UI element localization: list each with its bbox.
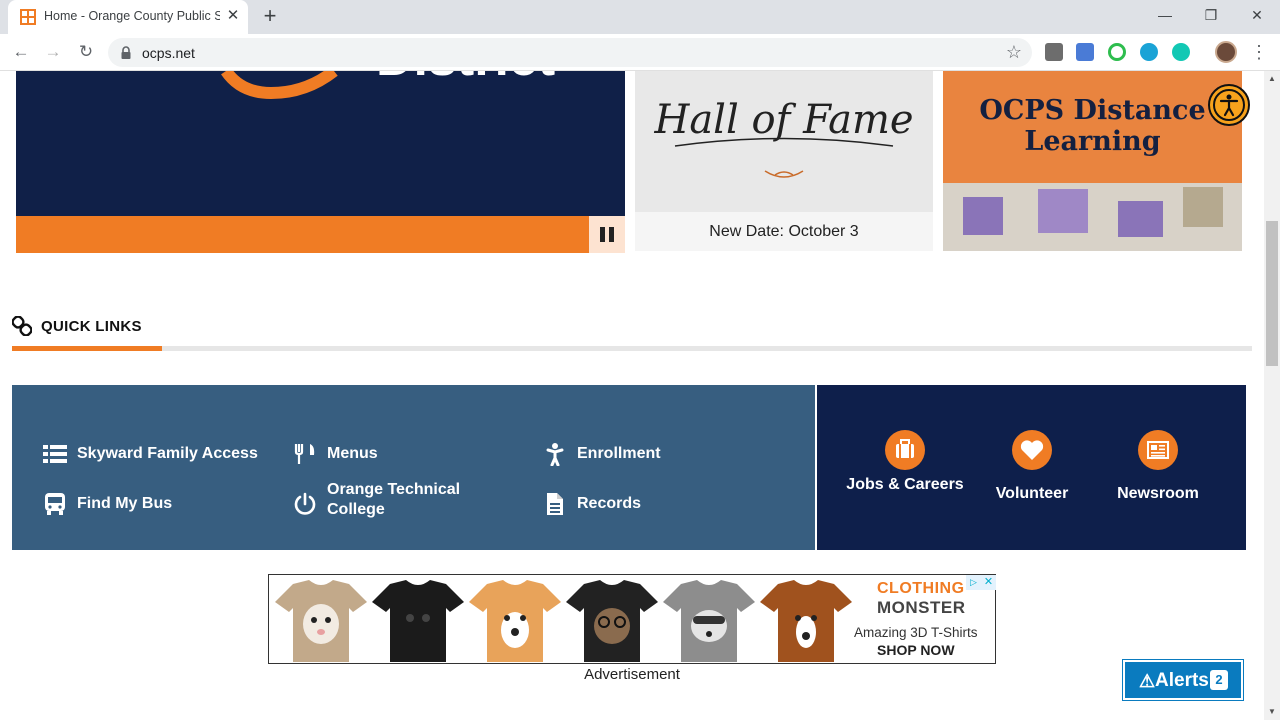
ad-brand-line1: CLOTHING [877, 580, 965, 597]
scroll-down-icon[interactable]: ▼ [1264, 704, 1280, 720]
link-label: Volunteer [995, 485, 1069, 502]
page-scrollbar[interactable]: ▲ ▼ [1264, 71, 1280, 720]
pug-shirt-image [372, 580, 464, 662]
beagle-shirt-image [760, 580, 852, 662]
link-label: Enrollment [577, 445, 661, 462]
tab-title: Home - Orange County Public Schools [44, 9, 220, 23]
link-skyward-family-access[interactable]: Skyward Family Access [43, 434, 263, 474]
reload-button[interactable]: ↻ [73, 39, 99, 65]
close-tab-icon[interactable]: ✕ [224, 7, 242, 25]
corgi-shirt-image [469, 580, 561, 662]
forward-button[interactable]: → [40, 39, 66, 65]
classroom-photo [943, 183, 1242, 251]
pause-button[interactable] [589, 216, 625, 253]
link-label: Skyward Family Access [77, 445, 258, 462]
link-newsroom[interactable]: Newsroom [1098, 385, 1218, 550]
page-viewport: District Hall of Fame New Date: October … [0, 71, 1264, 720]
quick-links-panel: Skyward Family Access Menus Enrollment F… [12, 385, 815, 550]
hero-graphic: District [221, 71, 555, 100]
child-icon [546, 443, 564, 466]
briefcase-icon [885, 430, 925, 470]
browser-tab[interactable]: Home - Orange County Public Schools ✕ [8, 0, 248, 34]
warning-icon: ⚠ [1139, 671, 1156, 691]
raccoon-shirt-image [663, 580, 755, 662]
extension-m-icon[interactable] [1172, 43, 1190, 61]
scroll-up-icon[interactable]: ▲ [1264, 71, 1280, 87]
distance-learning-card[interactable]: OCPS Distance Learning [943, 71, 1242, 251]
link-label: Menus [327, 445, 378, 462]
advertisement-caption: Advertisement [584, 666, 680, 683]
address-bar[interactable]: ocps.net ☆ [108, 38, 1032, 67]
close-window-button[interactable]: ✕ [1234, 0, 1280, 30]
link-label: Records [577, 495, 642, 512]
new-tab-button[interactable]: + [258, 5, 282, 29]
minimize-button[interactable]: — [1142, 0, 1188, 30]
link-chain-icon [12, 316, 32, 336]
distance-learning-title: OCPS Distance Learning [979, 95, 1206, 157]
cat-shirt-image [566, 580, 658, 662]
tab-strip: Home - Orange County Public Schools ✕ + … [0, 0, 1280, 34]
pause-icon-bar [609, 227, 614, 242]
extension-camera-icon[interactable] [1076, 43, 1094, 61]
chrome-menu-icon[interactable]: ⋮ [1250, 41, 1268, 63]
quick-links-title: QUICK LINKS [41, 318, 142, 335]
restore-button[interactable]: ❐ [1188, 0, 1234, 30]
link-enrollment[interactable]: Enrollment [543, 434, 743, 474]
extension-refresh-icon[interactable] [1108, 43, 1126, 61]
link-orange-technical-college[interactable]: Orange Technical College [293, 480, 513, 528]
ferret-shirt-image [275, 580, 367, 662]
ad-shop-now[interactable]: SHOP NOW [877, 642, 955, 658]
hall-of-fame-card[interactable]: Hall of Fame New Date: October 3 [635, 71, 933, 251]
advertisement-banner[interactable]: CLOTHING MONSTER Amazing 3D T-Shirts SHO… [268, 574, 996, 664]
ad-close-icon[interactable]: ✕ [981, 575, 996, 590]
back-button[interactable]: ← [8, 39, 34, 65]
alerts-count-badge: 2 [1210, 670, 1228, 690]
featured-links-panel: Jobs & Careers Volunteer Newsroom [817, 385, 1246, 550]
url-text: ocps.net [142, 45, 195, 61]
link-jobs-careers[interactable]: Jobs & Careers [845, 385, 965, 550]
link-label: Newsroom [1117, 485, 1199, 502]
link-label: Jobs & Careers [846, 476, 964, 493]
ad-choices-icon[interactable]: ▷ [966, 575, 981, 590]
lock-icon [121, 46, 131, 59]
hero-footer-bar [16, 216, 625, 253]
link-find-my-bus[interactable]: Find My Bus [43, 484, 243, 524]
list-icon [43, 445, 67, 463]
power-icon [294, 492, 316, 515]
hero-slider[interactable]: District [16, 71, 625, 216]
bookmark-star-icon[interactable]: ☆ [1006, 42, 1022, 62]
link-records[interactable]: Records [543, 484, 743, 524]
link-volunteer[interactable]: Volunteer [972, 385, 1092, 550]
document-icon [547, 493, 563, 515]
accessibility-icon [1213, 89, 1245, 121]
quick-links-rule [12, 346, 1252, 351]
extension-g-icon[interactable] [1045, 43, 1063, 61]
heart-icon [1012, 430, 1052, 470]
ad-tagline: Amazing 3D T-Shirts [854, 625, 978, 640]
ad-brand-line2: MONSTER [877, 598, 966, 617]
pause-icon [600, 227, 605, 242]
hall-of-fame-image: Hall of Fame [635, 71, 933, 212]
link-menus[interactable]: Menus [293, 434, 493, 474]
ocps-favicon-icon [20, 9, 36, 25]
bus-icon [45, 493, 65, 515]
profile-avatar[interactable] [1215, 41, 1237, 63]
link-label: Orange Technical College [327, 481, 461, 518]
extension-globe-icon[interactable] [1140, 43, 1158, 61]
link-label: Find My Bus [77, 495, 173, 512]
alerts-button[interactable]: ⚠ Alerts 2 [1122, 659, 1244, 701]
hall-of-fame-image-text: Hall of Fame [653, 97, 913, 143]
alerts-label: Alerts [1155, 670, 1209, 691]
quick-links-rule-accent [12, 346, 162, 351]
hero-partial-text: District [376, 71, 555, 87]
hall-of-fame-caption: New Date: October 3 [709, 223, 859, 240]
utensils-icon [294, 444, 315, 464]
scroll-thumb[interactable] [1266, 221, 1278, 366]
newspaper-icon [1138, 430, 1178, 470]
accessibility-button[interactable] [1208, 84, 1250, 126]
